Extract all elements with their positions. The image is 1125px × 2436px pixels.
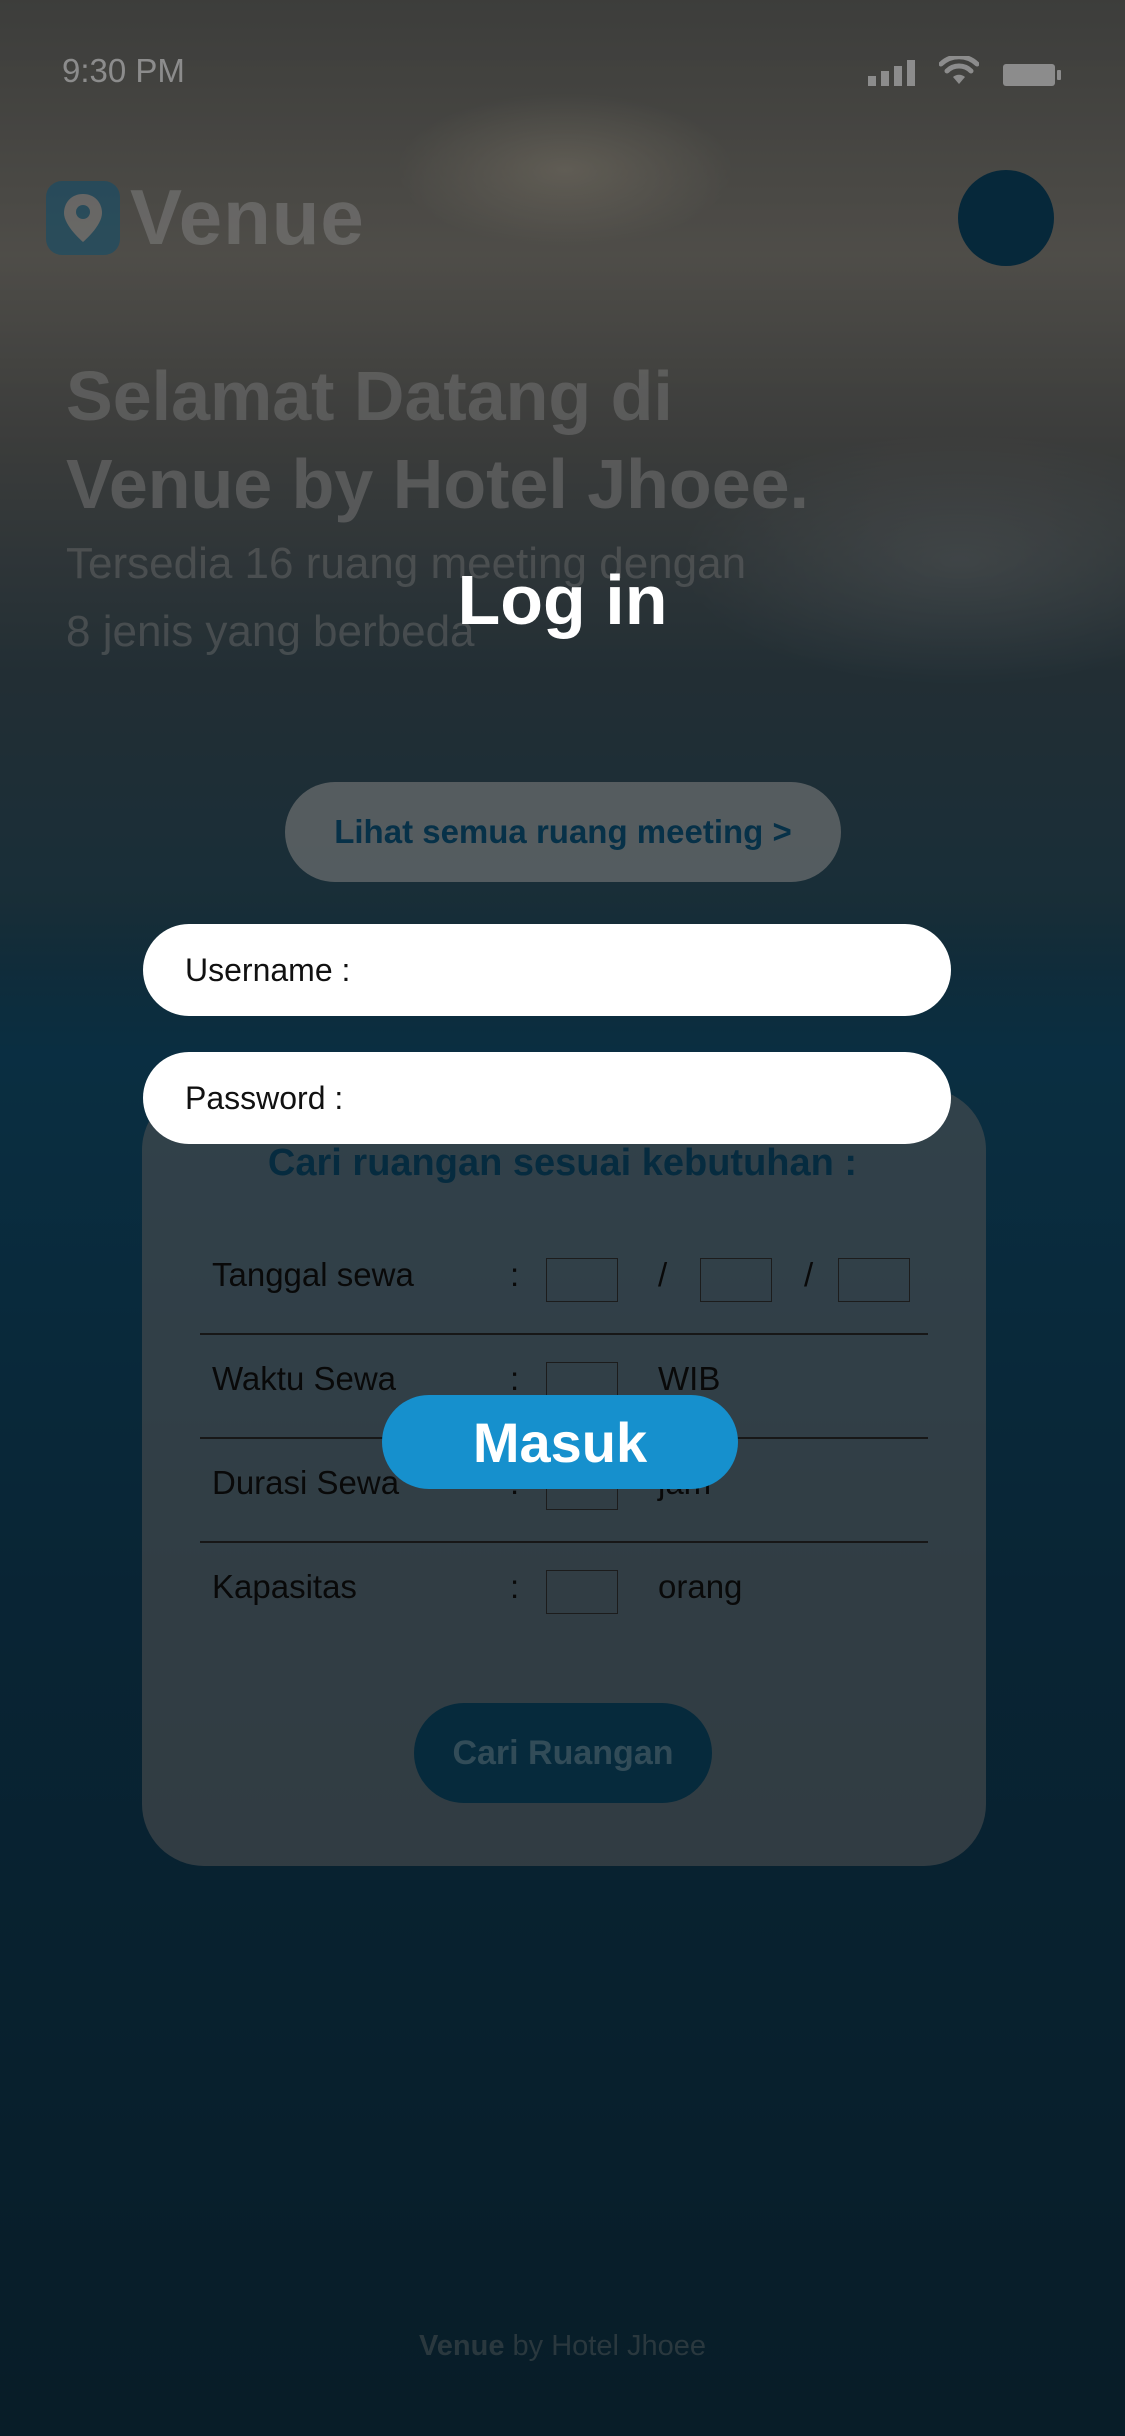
login-submit-button[interactable]: Masuk <box>382 1395 738 1489</box>
username-field[interactable]: Username : <box>143 924 951 1016</box>
password-field[interactable]: Password : <box>143 1052 951 1144</box>
modal-backdrop[interactable] <box>0 0 1125 2436</box>
password-label: Password : <box>185 1079 344 1116</box>
login-title: Log in <box>457 561 668 639</box>
username-label: Username : <box>185 951 351 988</box>
